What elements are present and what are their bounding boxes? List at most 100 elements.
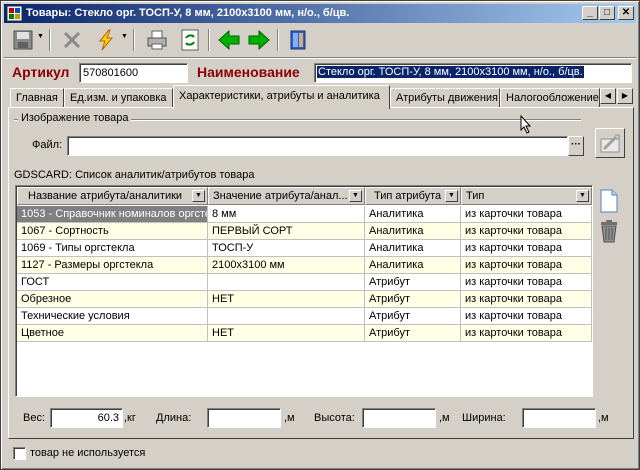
minimize-button[interactable]: _ [582, 6, 598, 20]
table-cell[interactable]: из карточки товара [461, 240, 592, 257]
table-cell[interactable]: Атрибут [365, 291, 461, 308]
column-header-attribute-value[interactable]: Значение атрибута/анал... ▼ [208, 187, 365, 205]
table-row[interactable]: 1067 - Сортность ПЕРВЫЙ СОРТ Аналитика из к… [17, 223, 592, 240]
attributes-grid[interactable]: Название атрибута/аналитики ▼ Значение а… [15, 185, 593, 397]
table-cell[interactable]: из карточки товара [461, 223, 592, 240]
column-header-type[interactable]: Тип ▼ [461, 187, 592, 205]
width-field[interactable] [522, 408, 596, 428]
new-record-button[interactable] [598, 189, 620, 216]
table-cell[interactable]: ГОСТ [17, 274, 208, 291]
name-field[interactable]: Стекло орг. ТОСП-У, 8 мм, 2100x3100 мм, … [314, 63, 632, 83]
table-cell[interactable]: Атрибут [365, 308, 461, 325]
tab-characteristics[interactable]: Характеристики, атрибуты и аналитика [173, 85, 390, 109]
toolbar-separator [49, 29, 51, 51]
table-cell[interactable]: из карточки товара [461, 325, 592, 342]
table-cell[interactable]: 1069 - Типы оргстекла [17, 240, 208, 257]
tab-scroll-right[interactable]: ▶ [617, 88, 633, 104]
table-cell[interactable]: 2100x3100 мм [208, 257, 365, 274]
column-filter-dropdown[interactable]: ▼ [445, 190, 458, 202]
column-filter-dropdown[interactable]: ▼ [349, 190, 362, 202]
height-field[interactable] [362, 408, 436, 428]
grid-caption: GDSCARD: Список аналитик/атрибутов товар… [14, 169, 255, 181]
table-row[interactable]: Цветное НЕТ Атрибут из карточки товара [17, 325, 592, 342]
table-cell[interactable]: НЕТ [208, 325, 365, 342]
table-row[interactable]: Обрезное НЕТ Атрибут из карточки товара [17, 291, 592, 308]
table-cell[interactable]: Обрезное [17, 291, 208, 308]
delete-record-button[interactable] [598, 219, 620, 246]
column-header-attribute-name[interactable]: Название атрибута/аналитики ▼ [17, 187, 208, 205]
table-row[interactable]: 1069 - Типы оргстекла ТОСП-У Аналитика из к… [17, 240, 592, 257]
image-edit-icon [600, 134, 620, 153]
table-cell[interactable]: Аналитика [365, 240, 461, 257]
maximize-button[interactable]: □ [599, 6, 615, 20]
table-cell[interactable]: 1067 - Сортность [17, 223, 208, 240]
table-cell[interactable]: из карточки товара [461, 257, 592, 274]
table-cell[interactable]: ПЕРВЫЙ СОРТ [208, 223, 365, 240]
tab-units-packaging[interactable]: Ед.изм. и упаковка [64, 88, 173, 108]
table-row[interactable]: ГОСТ Атрибут из карточки товара [17, 274, 592, 291]
column-filter-dropdown[interactable]: ▼ [576, 190, 589, 202]
delete-button[interactable] [59, 27, 85, 53]
tab-scroll-left[interactable]: ◀ [600, 88, 616, 104]
table-cell[interactable]: из карточки товара [461, 206, 592, 223]
exit-button[interactable] [285, 27, 311, 53]
table-cell[interactable]: из карточки товара [461, 308, 592, 325]
refresh-button[interactable] [177, 27, 203, 53]
tab-movement-attributes[interactable]: Атрибуты движения [390, 88, 500, 108]
image-edit-button[interactable] [595, 128, 625, 158]
table-cell[interactable]: Аналитика [365, 257, 461, 274]
back-button[interactable] [216, 27, 242, 53]
table-cell[interactable]: ТОСП-У [208, 240, 365, 257]
table-cell[interactable]: 1127 - Размеры оргстекла [17, 257, 208, 274]
tab-main[interactable]: Главная [10, 88, 64, 108]
table-cell[interactable]: из карточки товара [461, 274, 592, 291]
tab-taxation[interactable]: Налогообложение [500, 88, 600, 108]
toolbar-divider [4, 57, 636, 59]
weight-field[interactable]: 60.3 [50, 408, 123, 428]
table-row[interactable]: 1053 - Справочник номиналов оргстекла 8 м… [17, 206, 592, 223]
column-header-attribute-value-label: Значение атрибута/анал... [213, 190, 348, 202]
table-cell[interactable]: Цветное [17, 325, 208, 342]
table-cell[interactable]: 1053 - Справочник номиналов оргстекла [17, 206, 208, 223]
mouse-cursor-icon [520, 115, 532, 134]
table-row[interactable]: Технические условия Атрибут из карточки то… [17, 308, 592, 325]
forward-button[interactable] [246, 27, 272, 53]
table-cell[interactable]: из карточки товара [461, 291, 592, 308]
lightning-icon [98, 29, 114, 51]
file-field[interactable] [67, 136, 568, 156]
length-unit: ,м [284, 412, 295, 424]
table-row[interactable]: 1127 - Размеры оргстекла 2100x3100 мм Анал… [17, 257, 592, 274]
table-cell[interactable] [208, 308, 365, 325]
column-header-attribute-type-label: Тип атрибута [374, 190, 442, 202]
print-button[interactable] [144, 27, 170, 53]
article-field[interactable]: 570801600 [79, 63, 188, 83]
forward-arrow-icon [248, 29, 270, 51]
table-cell[interactable]: Аналитика [365, 223, 461, 240]
toolbar: ▼ ▼ [4, 25, 636, 55]
width-unit: ,м [598, 412, 609, 424]
close-button[interactable]: ✕ [618, 6, 634, 20]
table-cell[interactable]: Атрибут [365, 274, 461, 291]
save-icon [13, 30, 33, 50]
unused-checkbox[interactable] [13, 447, 26, 460]
column-filter-dropdown[interactable]: ▼ [192, 190, 205, 202]
browse-button[interactable]: ··· [568, 136, 584, 156]
length-field[interactable] [207, 408, 281, 428]
column-header-type-label: Тип [466, 190, 485, 202]
save-button[interactable] [10, 27, 36, 53]
table-cell[interactable] [208, 274, 365, 291]
title-bar[interactable]: Товары: Стекло орг. ТОСП-У, 8 мм, 2100x3… [4, 4, 636, 23]
action-dropdown-arrow[interactable]: ▼ [121, 33, 129, 45]
exit-door-icon [290, 30, 306, 50]
column-header-attribute-type[interactable]: Тип атрибута ▼ [365, 187, 461, 205]
save-dropdown-arrow[interactable]: ▼ [37, 33, 45, 45]
action-button[interactable] [93, 27, 119, 53]
table-cell[interactable]: Аналитика [365, 206, 461, 223]
weight-unit: ,кг [124, 412, 136, 424]
table-cell[interactable]: Технические условия [17, 308, 208, 325]
table-cell[interactable]: Атрибут [365, 325, 461, 342]
refresh-icon [181, 29, 199, 51]
new-document-icon [600, 189, 618, 213]
table-cell[interactable]: НЕТ [208, 291, 365, 308]
table-cell[interactable]: 8 мм [208, 206, 365, 223]
